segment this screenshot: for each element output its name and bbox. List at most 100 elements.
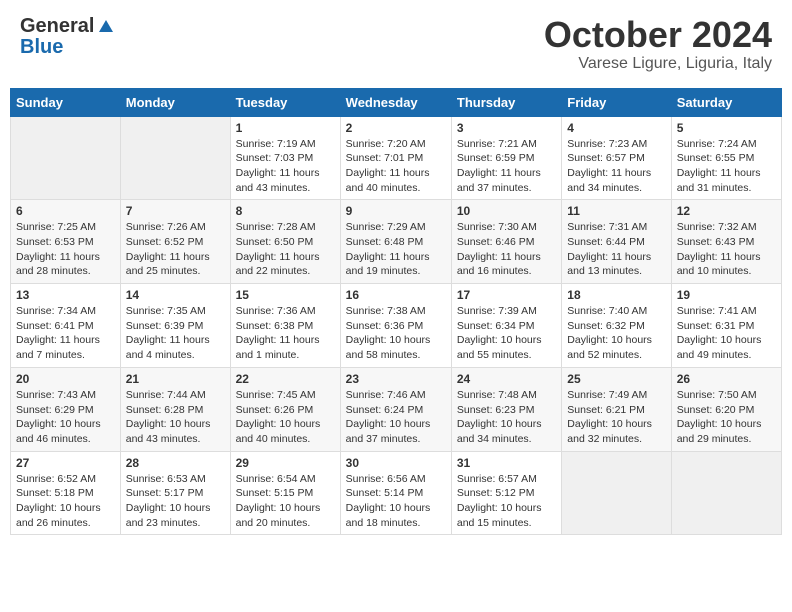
calendar-day-cell: 5 Sunrise: 7:24 AMSunset: 6:55 PMDaylight… <box>671 116 781 200</box>
day-info: Sunrise: 7:30 AMSunset: 6:46 PMDaylight:… <box>457 220 556 279</box>
weekday-header: Monday <box>120 88 230 116</box>
day-number: 12 <box>677 204 776 218</box>
calendar-day-cell: 20Sunrise: 7:43 AMSunset: 6:29 PMDayligh… <box>11 367 121 451</box>
day-number: 4 <box>567 121 665 135</box>
day-info: Sunrise: 7:41 AMSunset: 6:31 PMDaylight:… <box>677 304 776 363</box>
day-info: Sunrise: 7:36 AMSunset: 6:38 PMDaylight:… <box>236 304 335 363</box>
day-number: 29 <box>236 456 335 470</box>
calendar-day-cell: 30 Sunrise: 6:56 AMSunset: 5:14 PMDayligh… <box>340 451 451 535</box>
title-area: October 2024 Varese Ligure, Liguria, Ita… <box>544 15 772 73</box>
day-info: Sunrise: 7:45 AMSunset: 6:26 PMDaylight:… <box>236 388 335 447</box>
weekday-header: Tuesday <box>230 88 340 116</box>
calendar-day-cell: 25 Sunrise: 7:49 AMSunset: 6:21 PMDayligh… <box>562 367 671 451</box>
day-number: 17 <box>457 288 556 302</box>
day-number: 6 <box>16 204 115 218</box>
day-info: Sunrise: 7:40 AMSunset: 6:32 PMDaylight:… <box>567 304 665 363</box>
day-info: Sunrise: 6:53 AMSunset: 5:17 PMDaylight:… <box>126 472 225 531</box>
day-info: Sunrise: 7:32 AMSunset: 6:43 PMDaylight:… <box>677 220 776 279</box>
day-info: Sunrise: 7:50 AMSunset: 6:20 PMDaylight:… <box>677 388 776 447</box>
calendar-day-cell: 21 Sunrise: 7:44 AMSunset: 6:28 PMDayligh… <box>120 367 230 451</box>
calendar-day-cell: 24 Sunrise: 7:48 AMSunset: 6:23 PMDayligh… <box>451 367 561 451</box>
day-info: Sunrise: 6:56 AMSunset: 5:14 PMDaylight:… <box>346 472 446 531</box>
day-info: Sunrise: 7:19 AMSunset: 7:03 PMDaylight:… <box>236 137 335 196</box>
day-number: 18 <box>567 288 665 302</box>
weekday-header: Thursday <box>451 88 561 116</box>
calendar-week-row: 20Sunrise: 7:43 AMSunset: 6:29 PMDayligh… <box>11 367 782 451</box>
day-info: Sunrise: 6:52 AMSunset: 5:18 PMDaylight:… <box>16 472 115 531</box>
calendar-day-cell: 28 Sunrise: 6:53 AMSunset: 5:17 PMDayligh… <box>120 451 230 535</box>
day-number: 8 <box>236 204 335 218</box>
calendar-week-row: 1 Sunrise: 7:19 AMSunset: 7:03 PMDaylight… <box>11 116 782 200</box>
calendar-day-cell: 7Sunrise: 7:26 AMSunset: 6:52 PMDaylight… <box>120 200 230 284</box>
day-info: Sunrise: 7:48 AMSunset: 6:23 PMDaylight:… <box>457 388 556 447</box>
calendar-day-cell: 17 Sunrise: 7:39 AMSunset: 6:34 PMDayligh… <box>451 284 561 368</box>
day-info: Sunrise: 7:39 AMSunset: 6:34 PMDaylight:… <box>457 304 556 363</box>
calendar-day-cell: 1 Sunrise: 7:19 AMSunset: 7:03 PMDaylight… <box>230 116 340 200</box>
weekday-header: Sunday <box>11 88 121 116</box>
day-number: 13 <box>16 288 115 302</box>
day-number: 5 <box>677 121 776 135</box>
day-number: 7 <box>126 204 225 218</box>
day-number: 19 <box>677 288 776 302</box>
calendar-day-cell: 12 Sunrise: 7:32 AMSunset: 6:43 PMDayligh… <box>671 200 781 284</box>
calendar-day-cell: 26 Sunrise: 7:50 AMSunset: 6:20 PMDayligh… <box>671 367 781 451</box>
day-number: 3 <box>457 121 556 135</box>
logo-blue: Blue <box>20 36 63 59</box>
calendar-day-cell: 13Sunrise: 7:34 AMSunset: 6:41 PMDayligh… <box>11 284 121 368</box>
calendar-day-cell <box>671 451 781 535</box>
logo-general: General <box>20 15 94 38</box>
day-number: 21 <box>126 372 225 386</box>
location-title: Varese Ligure, Liguria, Italy <box>544 55 772 73</box>
day-number: 22 <box>236 372 335 386</box>
calendar-day-cell: 10 Sunrise: 7:30 AMSunset: 6:46 PMDayligh… <box>451 200 561 284</box>
day-info: Sunrise: 7:44 AMSunset: 6:28 PMDaylight:… <box>126 388 225 447</box>
calendar-day-cell: 19 Sunrise: 7:41 AMSunset: 6:31 PMDayligh… <box>671 284 781 368</box>
month-title: October 2024 <box>544 15 772 55</box>
calendar-day-cell <box>120 116 230 200</box>
day-number: 23 <box>346 372 446 386</box>
calendar-day-cell <box>11 116 121 200</box>
day-info: Sunrise: 7:49 AMSunset: 6:21 PMDaylight:… <box>567 388 665 447</box>
weekday-header: Friday <box>562 88 671 116</box>
day-info: Sunrise: 7:29 AMSunset: 6:48 PMDaylight:… <box>346 220 446 279</box>
calendar-day-cell: 3 Sunrise: 7:21 AMSunset: 6:59 PMDaylight… <box>451 116 561 200</box>
calendar-day-cell: 16 Sunrise: 7:38 AMSunset: 6:36 PMDayligh… <box>340 284 451 368</box>
calendar-week-row: 13Sunrise: 7:34 AMSunset: 6:41 PMDayligh… <box>11 284 782 368</box>
day-number: 27 <box>16 456 115 470</box>
day-number: 25 <box>567 372 665 386</box>
calendar-day-cell: 18 Sunrise: 7:40 AMSunset: 6:32 PMDayligh… <box>562 284 671 368</box>
calendar-day-cell: 22 Sunrise: 7:45 AMSunset: 6:26 PMDayligh… <box>230 367 340 451</box>
calendar-week-row: 27 Sunrise: 6:52 AMSunset: 5:18 PMDayligh… <box>11 451 782 535</box>
day-number: 30 <box>346 456 446 470</box>
calendar-day-cell: 29 Sunrise: 6:54 AMSunset: 5:15 PMDayligh… <box>230 451 340 535</box>
calendar-day-cell: 8 Sunrise: 7:28 AMSunset: 6:50 PMDaylight… <box>230 200 340 284</box>
day-info: Sunrise: 7:21 AMSunset: 6:59 PMDaylight:… <box>457 137 556 196</box>
day-number: 24 <box>457 372 556 386</box>
day-info: Sunrise: 7:46 AMSunset: 6:24 PMDaylight:… <box>346 388 446 447</box>
calendar-day-cell: 23 Sunrise: 7:46 AMSunset: 6:24 PMDayligh… <box>340 367 451 451</box>
day-info: Sunrise: 7:28 AMSunset: 6:50 PMDaylight:… <box>236 220 335 279</box>
day-info: Sunrise: 7:35 AMSunset: 6:39 PMDaylight:… <box>126 304 225 363</box>
day-number: 15 <box>236 288 335 302</box>
calendar-table: SundayMondayTuesdayWednesdayThursdayFrid… <box>10 88 782 536</box>
day-info: Sunrise: 6:54 AMSunset: 5:15 PMDaylight:… <box>236 472 335 531</box>
logo-icon <box>97 18 115 36</box>
page-header: General Blue October 2024 Varese Ligure,… <box>10 10 782 78</box>
day-number: 28 <box>126 456 225 470</box>
calendar-day-cell: 6 Sunrise: 7:25 AMSunset: 6:53 PMDaylight… <box>11 200 121 284</box>
day-info: Sunrise: 7:25 AMSunset: 6:53 PMDaylight:… <box>16 220 115 279</box>
day-number: 26 <box>677 372 776 386</box>
day-info: Sunrise: 7:20 AMSunset: 7:01 PMDaylight:… <box>346 137 446 196</box>
day-number: 1 <box>236 121 335 135</box>
day-number: 9 <box>346 204 446 218</box>
day-info: Sunrise: 7:24 AMSunset: 6:55 PMDaylight:… <box>677 137 776 196</box>
day-number: 10 <box>457 204 556 218</box>
day-number: 2 <box>346 121 446 135</box>
day-info: Sunrise: 6:57 AMSunset: 5:12 PMDaylight:… <box>457 472 556 531</box>
day-info: Sunrise: 7:23 AMSunset: 6:57 PMDaylight:… <box>567 137 665 196</box>
calendar-week-row: 6 Sunrise: 7:25 AMSunset: 6:53 PMDaylight… <box>11 200 782 284</box>
day-number: 16 <box>346 288 446 302</box>
calendar-day-cell: 9 Sunrise: 7:29 AMSunset: 6:48 PMDaylight… <box>340 200 451 284</box>
calendar-day-cell: 14Sunrise: 7:35 AMSunset: 6:39 PMDayligh… <box>120 284 230 368</box>
day-info: Sunrise: 7:38 AMSunset: 6:36 PMDaylight:… <box>346 304 446 363</box>
